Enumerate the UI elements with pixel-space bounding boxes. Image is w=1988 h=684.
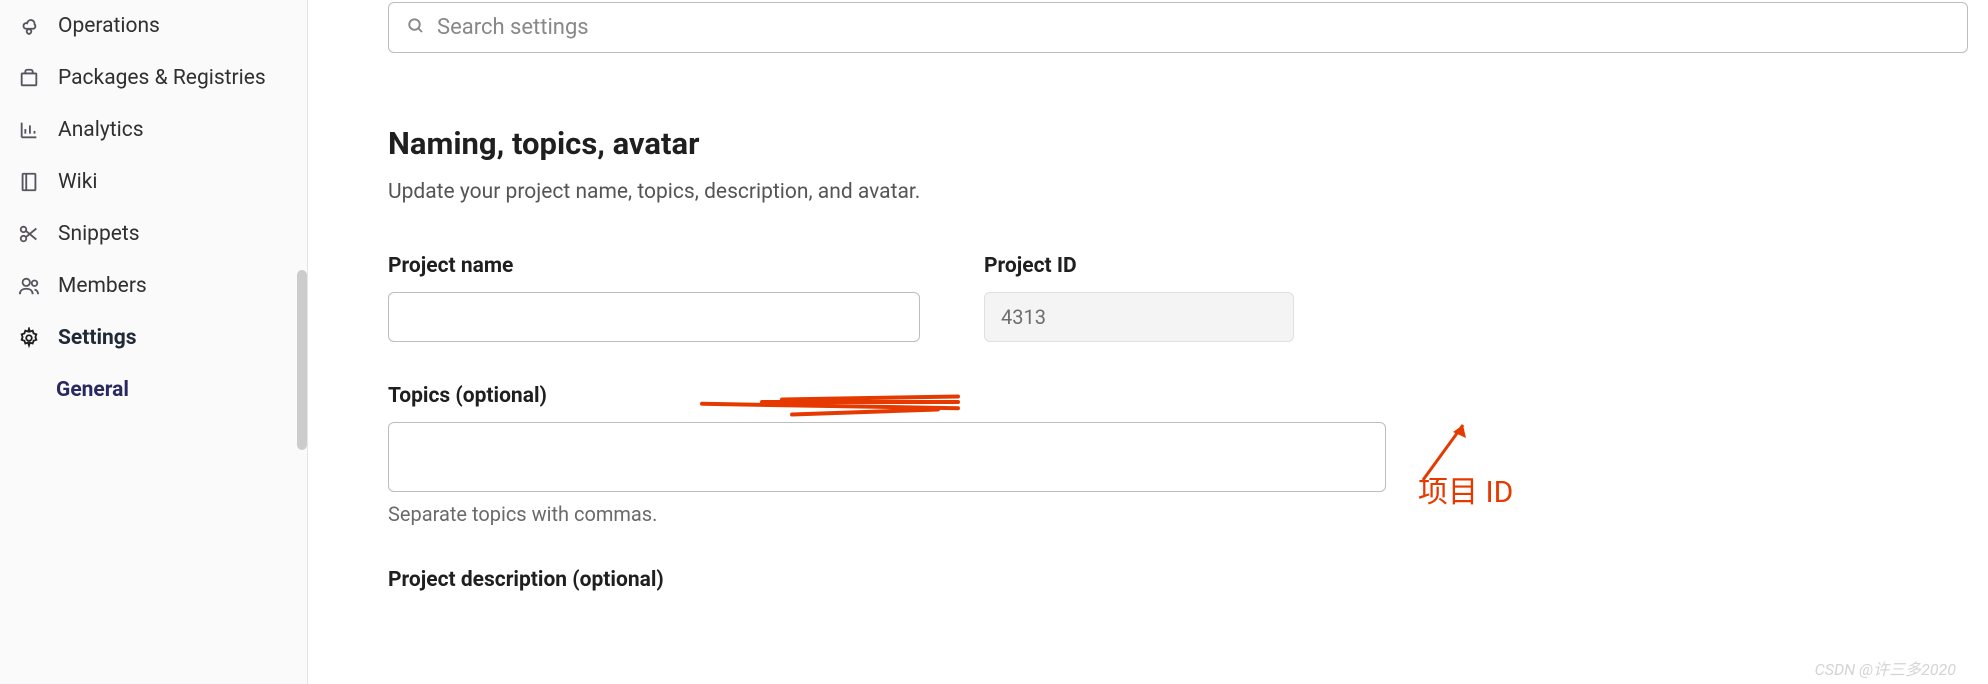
section-desc: Update your project name, topics, descri…: [388, 180, 1988, 204]
topics-hint: Separate topics with commas.: [388, 502, 1988, 526]
sidebar-item-members[interactable]: Members: [0, 260, 307, 312]
sidebar-item-wiki[interactable]: Wiki: [0, 156, 307, 208]
project-id-input: [984, 292, 1294, 342]
sidebar-item-label: Members: [58, 274, 147, 298]
sidebar-item-packages[interactable]: Packages & Registries: [0, 52, 307, 104]
project-name-group: Project name: [388, 254, 920, 342]
sidebar: Operations Packages & Registries Analyti…: [0, 0, 308, 684]
package-icon: [18, 67, 40, 89]
sidebar-item-label: Operations: [58, 14, 160, 38]
topics-input[interactable]: [388, 422, 1386, 492]
sidebar-item-label: Snippets: [58, 222, 140, 246]
sidebar-item-label: Settings: [58, 326, 137, 350]
project-id-label: Project ID: [984, 254, 1294, 278]
redaction-mark: [780, 390, 1010, 420]
form-row: Project name Project ID: [388, 254, 1988, 342]
book-icon: [18, 171, 40, 193]
scissors-icon: [18, 223, 40, 245]
cloud-gear-icon: [18, 15, 40, 37]
annotation-text: 项目 ID: [1418, 467, 1513, 511]
topics-label: Topics (optional): [388, 384, 1988, 408]
sidebar-item-operations[interactable]: Operations: [0, 0, 307, 52]
sidebar-item-label: Packages & Registries: [58, 66, 266, 90]
members-icon: [18, 275, 40, 297]
sidebar-item-analytics[interactable]: Analytics: [0, 104, 307, 156]
sidebar-sub-general[interactable]: General: [0, 364, 307, 416]
sidebar-item-label: Wiki: [58, 170, 98, 194]
sidebar-item-snippets[interactable]: Snippets: [0, 208, 307, 260]
chart-icon: [18, 119, 40, 141]
sidebar-item-settings[interactable]: Settings: [0, 312, 307, 364]
section-title: Naming, topics, avatar: [388, 125, 1988, 162]
search-settings[interactable]: [388, 2, 1968, 53]
project-id-group: Project ID: [984, 254, 1294, 342]
scrollbar[interactable]: [297, 270, 307, 450]
project-name-label: Project name: [388, 254, 920, 278]
watermark: CSDN @许三多2020: [1815, 656, 1956, 680]
search-input[interactable]: [437, 15, 1949, 40]
sidebar-item-label: Analytics: [58, 118, 144, 142]
gear-icon: [18, 327, 40, 349]
project-name-input[interactable]: [388, 292, 920, 342]
description-label: Project description (optional): [388, 568, 1988, 592]
main-content: Naming, topics, avatar Update your proje…: [308, 0, 1988, 684]
search-icon: [407, 17, 425, 39]
